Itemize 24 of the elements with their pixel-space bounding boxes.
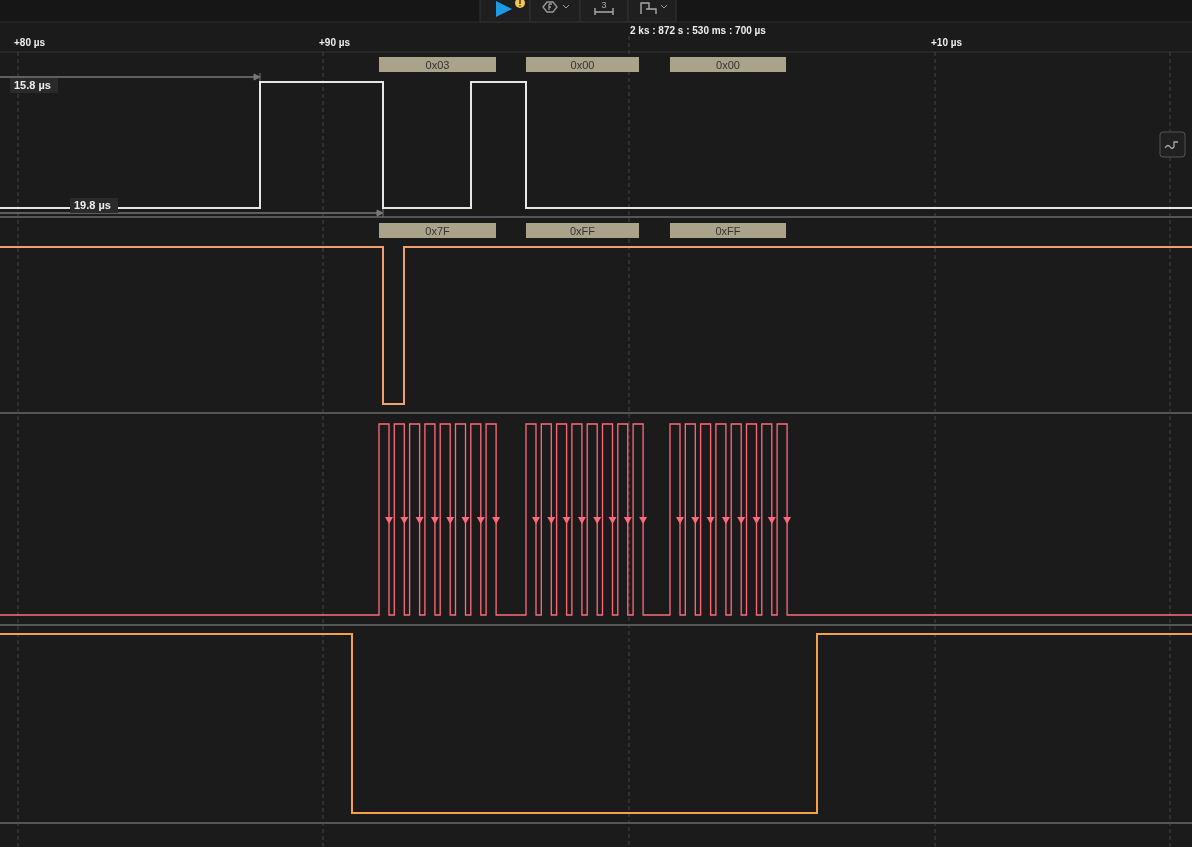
- measure-icon: [594, 7, 614, 16]
- trigger-icon: [542, 1, 558, 13]
- decoded-value: 0x00: [670, 57, 786, 72]
- measurement-label: 15.8 µs: [10, 78, 58, 93]
- toolbar-button[interactable]: [529, 0, 581, 23]
- toolbar-button[interactable]: [627, 0, 677, 23]
- decoded-value: 0x03: [379, 57, 496, 72]
- decoded-value: 0xFF: [526, 223, 639, 238]
- toolbar-button[interactable]: 3: [579, 0, 629, 23]
- timestamp: 2 ks : 872 s : 530 ms : 700 µs: [630, 25, 766, 36]
- caret-icon: [660, 4, 668, 9]
- measure-count: 3: [601, 0, 607, 10]
- time-tick-label: +90 µs: [319, 37, 351, 48]
- measurement-label: 19.8 µs: [70, 198, 118, 213]
- decoded-value: 0x7F: [379, 223, 496, 238]
- decoded-value: 0x00: [526, 57, 639, 72]
- decoded-value: 0xFF: [670, 223, 786, 238]
- toolbar-button[interactable]: [479, 0, 531, 23]
- time-tick-label: +10 µs: [931, 37, 963, 48]
- time-tick-label: +80 µs: [14, 37, 46, 48]
- layout-icon: [640, 2, 657, 15]
- play-icon: [496, 1, 512, 17]
- edge-toggle-button[interactable]: [1159, 131, 1186, 158]
- caret-icon: [562, 4, 570, 9]
